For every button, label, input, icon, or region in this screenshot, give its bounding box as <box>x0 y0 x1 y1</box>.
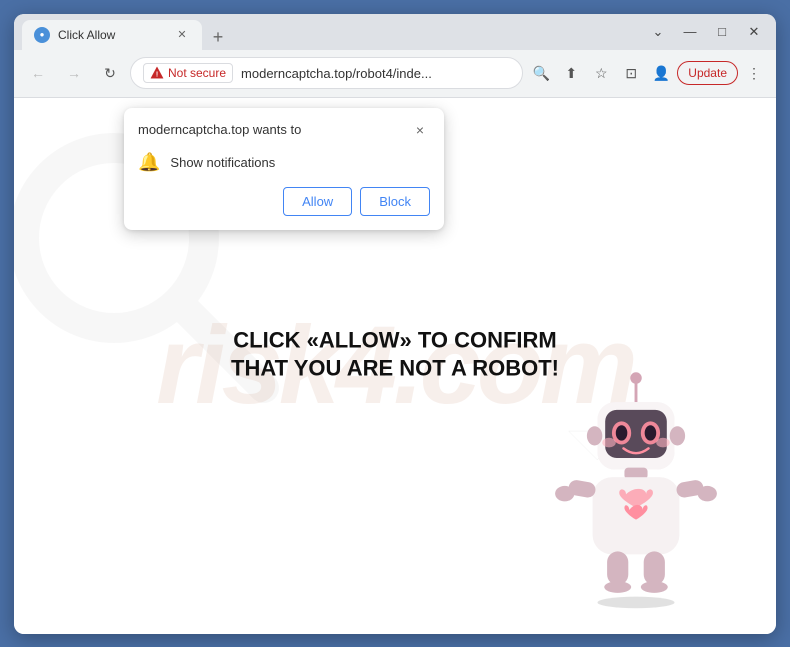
popup-header: moderncaptcha.top wants to × <box>124 108 444 146</box>
url-display: moderncaptcha.top/robot4/inde... <box>241 66 510 81</box>
tab-title: Click Allow <box>58 28 166 42</box>
block-button[interactable]: Block <box>360 187 430 216</box>
refresh-button[interactable]: ↻ <box>94 57 126 89</box>
update-button[interactable]: Update <box>677 61 738 85</box>
window-controls: ⌄ — □ ✕ <box>644 18 768 46</box>
chevron-up-icon[interactable]: ⌄ <box>644 18 672 46</box>
warning-icon: ! <box>150 66 164 80</box>
share-icon[interactable]: ⬆ <box>557 59 585 87</box>
security-badge: ! Not secure <box>143 63 233 83</box>
tab-favicon <box>34 27 50 43</box>
maximize-button[interactable]: □ <box>708 18 736 46</box>
address-bar[interactable]: ! Not secure moderncaptcha.top/robot4/in… <box>130 57 523 89</box>
bookmark-icon[interactable]: ☆ <box>587 59 615 87</box>
robot-illustration <box>536 354 736 614</box>
title-bar: Click Allow ✕ + ⌄ — □ ✕ <box>14 14 776 50</box>
active-tab[interactable]: Click Allow ✕ <box>22 20 202 50</box>
captcha-main-text: CLICK «ALLOW» TO CONFIRM THAT YOU ARE NO… <box>215 326 575 383</box>
security-label: Not secure <box>168 66 226 80</box>
forward-button[interactable]: → <box>58 57 90 89</box>
menu-icon[interactable]: ⋮ <box>740 59 768 87</box>
search-icon[interactable]: 🔍 <box>527 59 555 87</box>
svg-text:!: ! <box>156 72 158 79</box>
popup-title: moderncaptcha.top wants to <box>138 122 301 137</box>
toolbar: ← → ↻ ! Not secure moderncaptcha.top/rob… <box>14 50 776 98</box>
allow-button[interactable]: Allow <box>283 187 352 216</box>
split-view-icon[interactable]: ⊡ <box>617 59 645 87</box>
page-content: risk4.com moderncaptcha.top wants to × 🔔… <box>14 98 776 634</box>
permission-text: Show notifications <box>170 155 275 170</box>
tab-close-button[interactable]: ✕ <box>174 27 190 43</box>
notification-popup: moderncaptcha.top wants to × 🔔 Show noti… <box>124 108 444 230</box>
popup-close-button[interactable]: × <box>410 120 430 140</box>
tab-area: Click Allow ✕ + <box>22 14 638 50</box>
browser-window: Click Allow ✕ + ⌄ — □ ✕ ← → ↻ ! <box>14 14 776 634</box>
popup-buttons: Allow Block <box>124 187 444 230</box>
popup-permission-row: 🔔 Show notifications <box>124 146 444 187</box>
new-tab-button[interactable]: + <box>206 26 230 50</box>
bell-icon: 🔔 <box>138 152 160 173</box>
profile-icon[interactable]: 👤 <box>647 59 675 87</box>
toolbar-icons: 🔍 ⬆ ☆ ⊡ 👤 Update ⋮ <box>527 59 768 87</box>
minimize-button[interactable]: — <box>676 18 704 46</box>
close-button[interactable]: ✕ <box>740 18 768 46</box>
back-button[interactable]: ← <box>22 57 54 89</box>
